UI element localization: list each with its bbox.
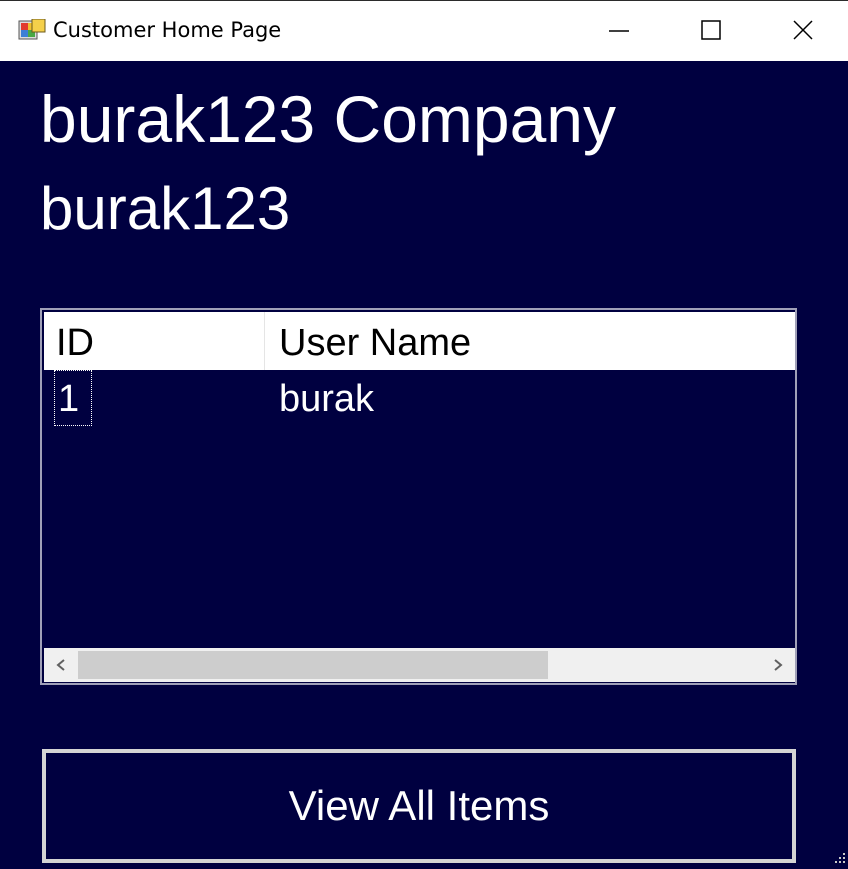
chevron-left-icon [56, 659, 65, 671]
view-all-items-button[interactable]: View All Items [42, 749, 796, 863]
list-item[interactable]: 1 burak [44, 370, 795, 428]
company-label: burak123 Company [40, 82, 617, 156]
app-icon[interactable] [18, 18, 46, 43]
title-bar: Customer Home Page [0, 0, 848, 61]
cell-id[interactable]: 1 [54, 370, 92, 426]
minimize-button[interactable] [573, 1, 665, 61]
window-title: Customer Home Page [53, 18, 282, 42]
maximize-button[interactable] [665, 1, 757, 61]
username-label: burak123 [40, 175, 291, 242]
column-header-id[interactable]: ID [56, 312, 94, 370]
list-header: ID User Name [44, 312, 795, 370]
column-divider[interactable] [264, 312, 265, 370]
minimize-icon [609, 30, 629, 32]
horizontal-scrollbar[interactable] [44, 648, 795, 682]
scroll-right-button[interactable] [761, 648, 795, 682]
scroll-thumb[interactable] [78, 651, 548, 679]
scroll-left-button[interactable] [44, 648, 78, 682]
chevron-right-icon [774, 659, 783, 671]
close-icon [793, 20, 813, 40]
resize-grip-icon[interactable] [834, 851, 846, 863]
users-list-view[interactable]: ID User Name 1 burak [40, 308, 797, 685]
close-button[interactable] [757, 1, 848, 61]
column-header-user-name[interactable]: User Name [279, 312, 471, 370]
cell-user-name[interactable]: burak [279, 370, 374, 428]
maximize-icon [701, 20, 721, 40]
